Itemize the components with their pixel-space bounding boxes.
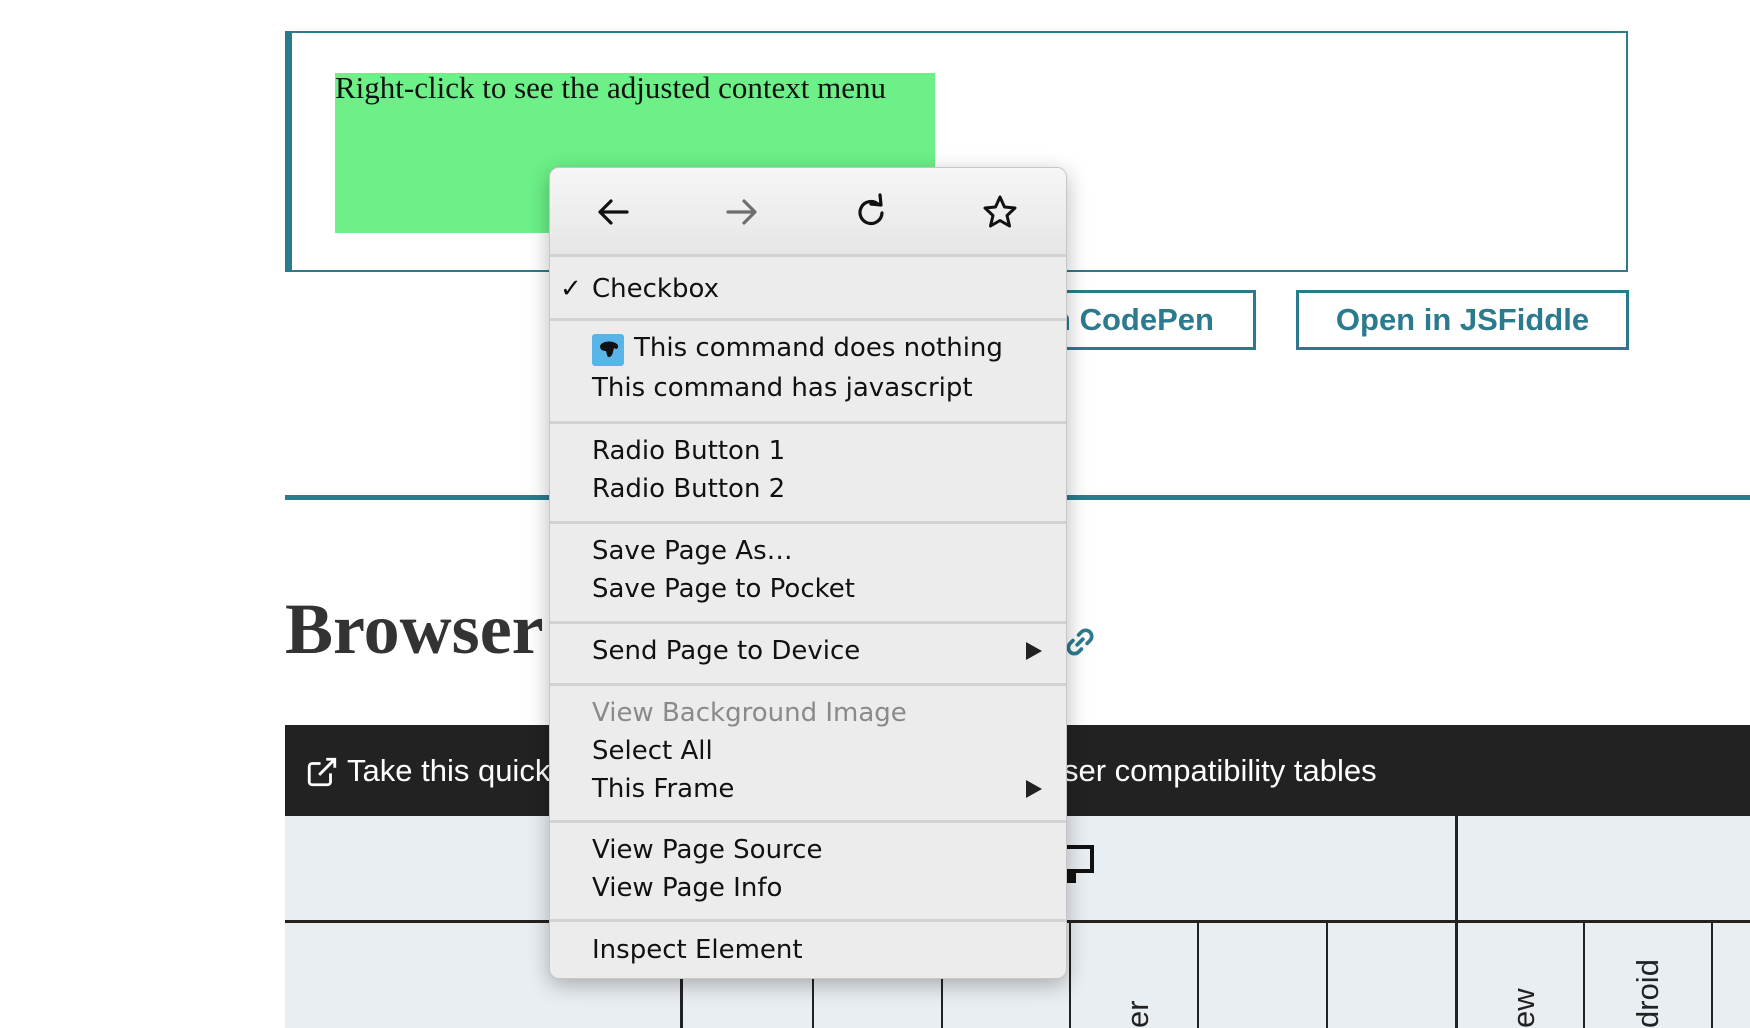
submenu-arrow-icon [1026, 642, 1042, 660]
checkmark-icon: ✓ [560, 274, 582, 304]
menu-item-command-javascript[interactable]: This command has javascript [592, 370, 973, 406]
browser-column-label: er [1120, 1000, 1155, 1028]
menu-item-checkbox[interactable]: Checkbox [592, 271, 719, 307]
context-menu: ✓ Checkbox This command does nothing Thi… [549, 167, 1067, 979]
menu-item-save-to-pocket[interactable]: Save Page to Pocket [592, 571, 855, 607]
table-divider [812, 978, 814, 1028]
menu-item-command-nothing[interactable]: This command does nothing [634, 330, 1003, 366]
browser-column-label: droid [1630, 959, 1665, 1028]
browser-column-label: ew [1506, 988, 1541, 1028]
table-divider [1069, 920, 1071, 1028]
back-icon[interactable] [593, 192, 633, 232]
menu-item-send-to-device[interactable]: Send Page to Device [592, 633, 860, 669]
survey-text-continued: ser compatibility tables [1063, 753, 1377, 788]
menu-separator [550, 254, 1066, 257]
menu-separator [550, 919, 1066, 922]
panther-icon [592, 334, 624, 366]
menu-separator [550, 318, 1066, 321]
menu-item-radio-1[interactable]: Radio Button 1 [592, 433, 785, 469]
menu-separator [550, 521, 1066, 524]
context-menu-nav [550, 168, 1066, 254]
menu-item-this-frame[interactable]: This Frame [592, 771, 734, 807]
menu-separator [550, 421, 1066, 424]
table-divider [941, 978, 943, 1028]
menu-separator [550, 820, 1066, 823]
submenu-arrow-icon [1026, 780, 1042, 798]
table-divider [1583, 920, 1585, 1028]
table-divider [1326, 920, 1328, 1028]
menu-item-select-all[interactable]: Select All [592, 733, 713, 769]
menu-item-inspect-element[interactable]: Inspect Element [592, 932, 803, 968]
menu-item-view-page-info[interactable]: View Page Info [592, 870, 782, 906]
reload-icon[interactable] [851, 192, 891, 232]
menu-separator [550, 683, 1066, 686]
external-link-icon [307, 757, 337, 787]
table-divider [1197, 920, 1199, 1028]
demo-instruction: Right-click to see the adjusted context … [335, 70, 886, 105]
menu-item-radio-2[interactable]: Radio Button 2 [592, 471, 785, 507]
star-icon[interactable] [980, 192, 1020, 232]
open-in-jsfiddle-button[interactable]: Open in JSFiddle [1296, 290, 1629, 350]
menu-item-view-background-image: View Background Image [592, 698, 907, 728]
section-heading: Browser [285, 589, 544, 669]
forward-icon[interactable] [722, 192, 762, 232]
menu-item-save-page-as[interactable]: Save Page As… [592, 533, 793, 569]
link-icon[interactable] [1063, 625, 1097, 659]
table-divider [1711, 920, 1713, 1028]
menu-item-view-page-source[interactable]: View Page Source [592, 832, 822, 868]
survey-text: Take this quick [347, 753, 551, 788]
menu-separator [550, 621, 1066, 624]
